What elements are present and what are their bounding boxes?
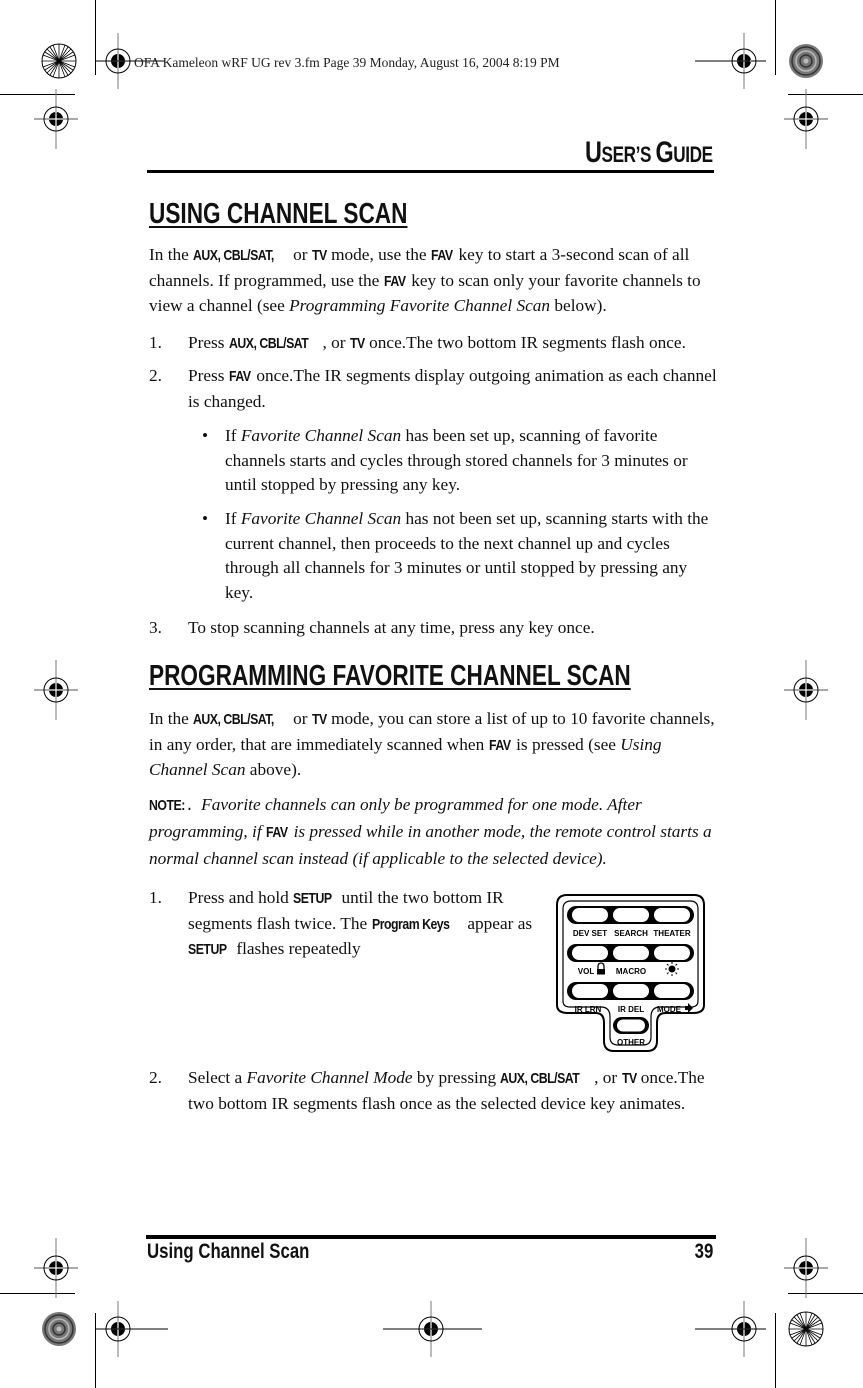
key-label-mode: MODE	[657, 1005, 682, 1014]
running-head-smallcaps: UIDE	[673, 142, 714, 167]
running-head-cap: U	[585, 136, 602, 169]
registration-marks	[33, 32, 829, 1358]
section1-intro: In the AUX, CBL/SAT, or TV mode, use the…	[149, 245, 701, 315]
key-label-theater: THEATER	[653, 929, 690, 938]
keypad-other-key	[613, 1017, 649, 1034]
slug-line: OFA Kameleon wRF UG rev 3.fm Page 39 Mon…	[134, 55, 560, 70]
keypad-row-2	[567, 944, 694, 962]
key-label-search: SEARCH	[614, 929, 648, 938]
keypad-row-1	[567, 906, 694, 924]
program-keys-illustration: DEV SET SEARCH THEATER VOL MACRO IR LRN …	[556, 894, 705, 1052]
note-label: NOTE: .	[149, 797, 191, 814]
page-number: 39	[694, 1240, 713, 1263]
section2-intro: In the AUX, CBL/SAT, or TV mode, you can…	[149, 709, 715, 779]
footer-section-title: Using Channel Scan	[147, 1240, 310, 1263]
section-heading-using-channel-scan: USING CHANNEL SCAN	[149, 198, 408, 230]
section-heading-programming-favorite-channel-scan: PROGRAMMING FAVORITE CHANNEL SCAN	[149, 660, 631, 692]
note-block: NOTE: . Favorite channels can only be pr…	[149, 795, 712, 868]
key-label-vol: VOL	[578, 967, 595, 976]
running-head: USER’S GUIDE	[585, 136, 713, 170]
running-head-smallcaps: SER’S	[601, 142, 656, 167]
running-head-cap: G	[655, 136, 674, 169]
key-label-other: OTHER	[617, 1038, 645, 1047]
key-label-ir-del: IR DEL	[618, 1005, 644, 1014]
key-label-dev-set: DEV SET	[573, 929, 607, 938]
header-rule	[147, 170, 714, 173]
footer-rule	[146, 1235, 716, 1239]
key-label-ir-lrn: IR LRN	[575, 1005, 602, 1014]
key-label-macro: MACRO	[616, 967, 646, 976]
keypad-row-3	[567, 982, 694, 1000]
